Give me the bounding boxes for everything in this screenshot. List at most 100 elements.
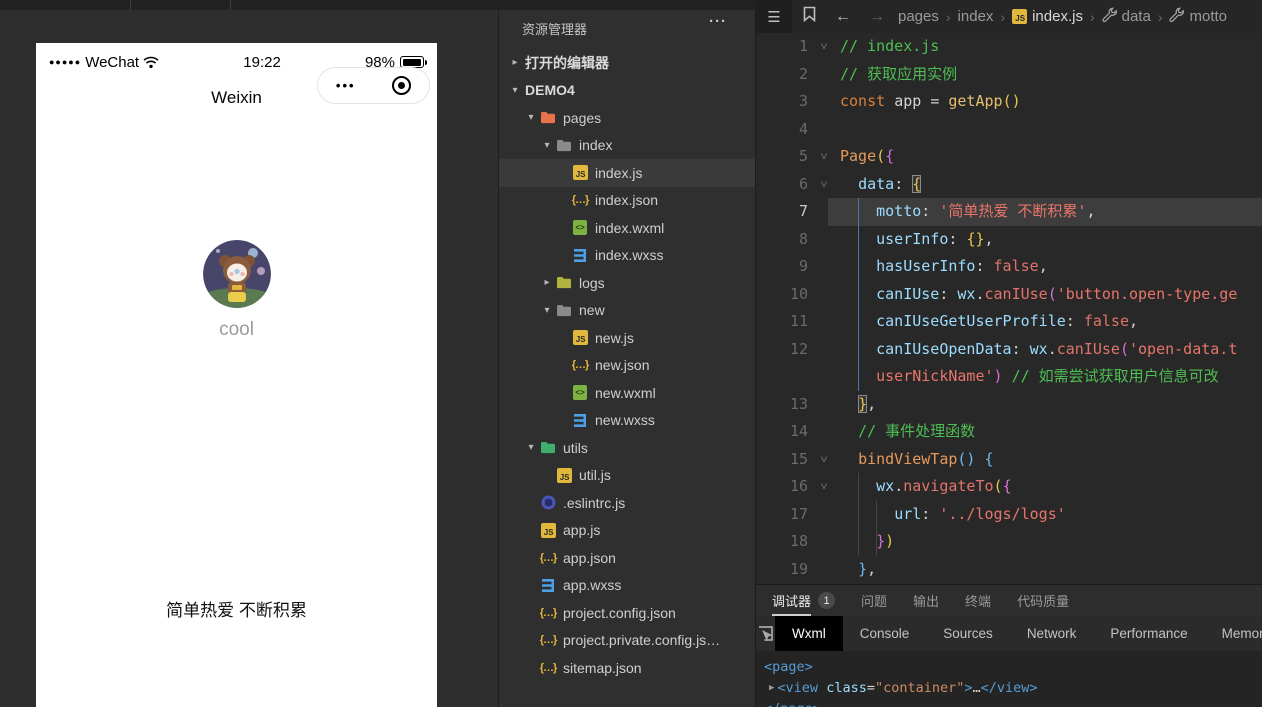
node-expander-icon[interactable]: ▶: [769, 683, 774, 693]
code-line-3[interactable]: 3const app = getApp(): [756, 88, 1262, 116]
tree-item-new-json[interactable]: {…}new.json: [499, 352, 755, 380]
code-line-7[interactable]: 7 motto: '简单热爱 不断积累',: [756, 198, 1262, 226]
fold-chevron-icon[interactable]: ˅: [808, 473, 840, 501]
tree-item-app-js[interactable]: JSapp.js: [499, 517, 755, 545]
back-arrow-icon[interactable]: ←: [826, 8, 860, 26]
avatar[interactable]: [203, 240, 271, 308]
code-area[interactable]: 1˅// index.js2// 获取应用实例3const app = getA…: [756, 33, 1262, 584]
bookmark-icon[interactable]: [792, 6, 826, 27]
breadcrumb-item-index[interactable]: index: [958, 8, 994, 25]
wxml-node[interactable]: <page>: [756, 656, 1262, 677]
tree-item-index-js[interactable]: JSindex.js: [499, 159, 755, 187]
code-line-wrap[interactable]: userNickName') // 如需尝试获取用户信息可改: [756, 363, 1262, 391]
tree-item-index-json[interactable]: {…}index.json: [499, 187, 755, 215]
fold-chevron-icon[interactable]: ˅: [808, 33, 840, 61]
breadcrumb: pages›index›JSindex.js›data›motto: [898, 7, 1227, 26]
expander-open-icon[interactable]: ▾: [507, 85, 523, 96]
tree-item-index-wxml[interactable]: <>index.wxml: [499, 214, 755, 242]
expander-closed-icon[interactable]: ▸: [507, 57, 523, 68]
inspect-element-icon[interactable]: [756, 616, 775, 651]
tree-item-logs[interactable]: ▸logs: [499, 269, 755, 297]
phone-simulator[interactable]: ●●●●● WeChat 19:22 98% Weixin ••: [36, 43, 437, 707]
debugger-tab-问题[interactable]: 问题: [861, 585, 887, 616]
wxml-node[interactable]: ▶<view class="container">…</view>: [756, 677, 1262, 698]
tree-item-util-js[interactable]: JSutil.js: [499, 462, 755, 490]
line-number: 13: [756, 391, 808, 419]
forward-arrow-icon[interactable]: →: [860, 8, 894, 26]
tree-item-pages[interactable]: ▾pages: [499, 104, 755, 132]
tree-item-label: new.wxml: [595, 385, 656, 401]
fold-spacer: [808, 501, 840, 529]
capsule-home-icon[interactable]: [374, 76, 430, 95]
breadcrumb-item-index-js[interactable]: JSindex.js: [1012, 8, 1083, 25]
tree-item-utils[interactable]: ▾utils: [499, 434, 755, 462]
debugger-tab-输出[interactable]: 输出: [913, 585, 939, 616]
tree-item-demo4[interactable]: ▾DEMO4: [499, 77, 755, 105]
devtools-tab-sources[interactable]: Sources: [926, 616, 1010, 651]
tree-item--eslintrc-js[interactable]: .eslintrc.js: [499, 489, 755, 517]
expander-open-icon[interactable]: ▾: [523, 112, 539, 123]
wxml-node[interactable]: </page>: [756, 698, 1262, 707]
fold-chevron-icon[interactable]: ˅: [808, 446, 840, 474]
code-line-13[interactable]: 13 },: [756, 391, 1262, 419]
expander-open-icon[interactable]: ▾: [539, 305, 555, 316]
code-line-19[interactable]: 19 },: [756, 556, 1262, 584]
code-line-5[interactable]: 5˅Page({: [756, 143, 1262, 171]
tree-item-project-config-json[interactable]: {…}project.config.json: [499, 599, 755, 627]
tree-item-app-json[interactable]: {…}app.json: [499, 544, 755, 572]
line-number: 8: [756, 226, 808, 254]
devtools-tab-wxml[interactable]: Wxml: [775, 616, 843, 651]
tree-item-new-wxml[interactable]: <>new.wxml: [499, 379, 755, 407]
explorer-title: 资源管理器: [522, 19, 587, 38]
tree-item-project-private-config-js-[interactable]: {…}project.private.config.js…: [499, 627, 755, 655]
expander-open-icon[interactable]: ▾: [523, 442, 539, 453]
code-line-1[interactable]: 1˅// index.js: [756, 33, 1262, 61]
code-line-8[interactable]: 8 userInfo: {},: [756, 226, 1262, 254]
breadcrumb-item-motto[interactable]: motto: [1169, 7, 1227, 26]
js-icon: JS: [555, 468, 573, 483]
wxml-tree-pane[interactable]: <page>▶<view class="container">…</view><…: [756, 651, 1262, 707]
tree-item-app-wxss[interactable]: app.wxss: [499, 572, 755, 600]
code-line-9[interactable]: 9 hasUserInfo: false,: [756, 253, 1262, 281]
code-line-16[interactable]: 16˅ wx.navigateTo({: [756, 473, 1262, 501]
tree-item--[interactable]: ▸打开的编辑器: [499, 49, 755, 77]
breadcrumb-item-pages[interactable]: pages: [898, 8, 939, 25]
breadcrumb-item-data[interactable]: data: [1102, 7, 1151, 26]
tree-item-new[interactable]: ▾new: [499, 297, 755, 325]
code-line-17[interactable]: 17 url: '../logs/logs': [756, 501, 1262, 529]
tree-item-index[interactable]: ▾index: [499, 132, 755, 160]
code-line-12[interactable]: 12 canIUseOpenData: wx.canIUse('open-dat…: [756, 336, 1262, 364]
capsule-menu-icon[interactable]: •••: [318, 78, 374, 93]
devtools-tab-console[interactable]: Console: [843, 616, 927, 651]
code-line-18[interactable]: 18 }): [756, 528, 1262, 556]
code-line-6[interactable]: 6˅ data: {: [756, 171, 1262, 199]
indent-guide: [876, 501, 877, 529]
code-line-11[interactable]: 11 canIUseGetUserProfile: false,: [756, 308, 1262, 336]
fold-chevron-icon[interactable]: ˅: [808, 171, 840, 199]
tree-item-index-wxss[interactable]: index.wxss: [499, 242, 755, 270]
code-line-10[interactable]: 10 canIUse: wx.canIUse('button.open-type…: [756, 281, 1262, 309]
code-line-4[interactable]: 4: [756, 116, 1262, 144]
debugger-tab-代码质量[interactable]: 代码质量: [1017, 585, 1069, 616]
expander-open-icon[interactable]: ▾: [539, 140, 555, 151]
more-actions-icon[interactable]: ···: [709, 13, 727, 30]
fold-chevron-icon[interactable]: ˅: [808, 143, 840, 171]
debugger-tab-调试器[interactable]: 调试器1: [772, 585, 835, 616]
code-text: wx.navigateTo({: [840, 473, 1262, 501]
expander-closed-icon[interactable]: ▸: [539, 277, 555, 288]
code-line-14[interactable]: 14 // 事件处理函数: [756, 418, 1262, 446]
outline-icon[interactable]: ☰: [756, 0, 792, 33]
devtools-tab-network[interactable]: Network: [1010, 616, 1094, 651]
code-line-2[interactable]: 2// 获取应用实例: [756, 61, 1262, 89]
breadcrumb-label: motto: [1189, 8, 1227, 25]
code-line-15[interactable]: 15˅ bindViewTap() {: [756, 446, 1262, 474]
tree-item-new-wxss[interactable]: new.wxss: [499, 407, 755, 435]
debugger-tab-终端[interactable]: 终端: [965, 585, 991, 616]
fold-spacer: [808, 528, 840, 556]
tree-item-label: project.config.json: [563, 605, 676, 621]
tree-item-sitemap-json[interactable]: {…}sitemap.json: [499, 654, 755, 682]
tree-item-new-js[interactable]: JSnew.js: [499, 324, 755, 352]
line-number: 14: [756, 418, 808, 446]
devtools-tab-memory[interactable]: Memory: [1205, 616, 1262, 651]
devtools-tab-performance[interactable]: Performance: [1093, 616, 1204, 651]
